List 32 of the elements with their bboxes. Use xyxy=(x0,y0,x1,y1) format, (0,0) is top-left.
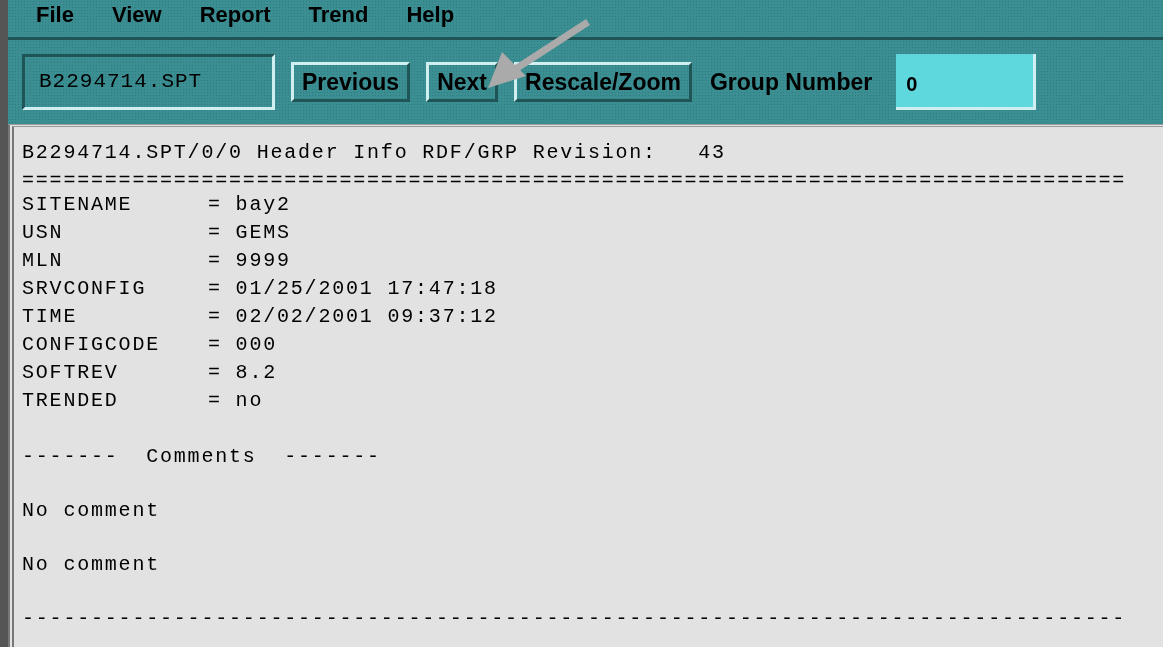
field-key: MLN xyxy=(22,247,208,275)
field-key: SRVCONFIG xyxy=(22,275,208,303)
toolbar-button[interactable]: Rescale/Zoom xyxy=(514,62,692,102)
field-value: = 8.2 xyxy=(208,360,277,386)
rule-line: -------------------------------------------------------------------------------- xyxy=(22,606,1128,632)
field-value: = 9999 xyxy=(208,248,291,274)
group-number-label: Group Number xyxy=(709,67,873,97)
field-value: = 02/02/2001 09:37:12 xyxy=(208,304,498,330)
field-key: TIME xyxy=(22,303,208,331)
field-value: = 01/25/2001 17:47:18 xyxy=(208,276,498,302)
comments-heading: ------- Comments ------- xyxy=(22,444,382,470)
field-key: SOFTREV xyxy=(22,359,208,387)
rule-line: ================================================================================ xyxy=(22,168,1128,194)
field-key: CONFIGCODE xyxy=(22,331,208,359)
field-key: USN xyxy=(22,219,208,247)
field-value: = bay2 xyxy=(208,192,291,218)
group-number-field[interactable]: 0 xyxy=(896,54,1037,110)
field-value: = GEMS xyxy=(208,220,291,246)
field-key: TRENDED xyxy=(22,387,208,415)
menu-item[interactable]: Report xyxy=(199,2,271,28)
toolbar-button[interactable]: Previous xyxy=(291,62,411,102)
field-value: = 000 xyxy=(208,332,277,358)
menu-item[interactable]: View xyxy=(111,2,162,28)
field-key: SITENAME xyxy=(22,191,208,219)
menu-item[interactable]: File xyxy=(36,2,74,28)
comment-text: No comment xyxy=(22,498,162,524)
file-name-field[interactable]: B2294714.SPT xyxy=(22,54,275,110)
menu-item[interactable]: Trend xyxy=(308,2,369,28)
menu-item[interactable]: Help xyxy=(406,2,455,28)
comment-text: No comment xyxy=(22,552,162,578)
field-value: = no xyxy=(208,388,264,414)
report-header: B2294714.SPT/0/0 Header Info RDF/GRP Revision: 43 xyxy=(22,140,727,166)
